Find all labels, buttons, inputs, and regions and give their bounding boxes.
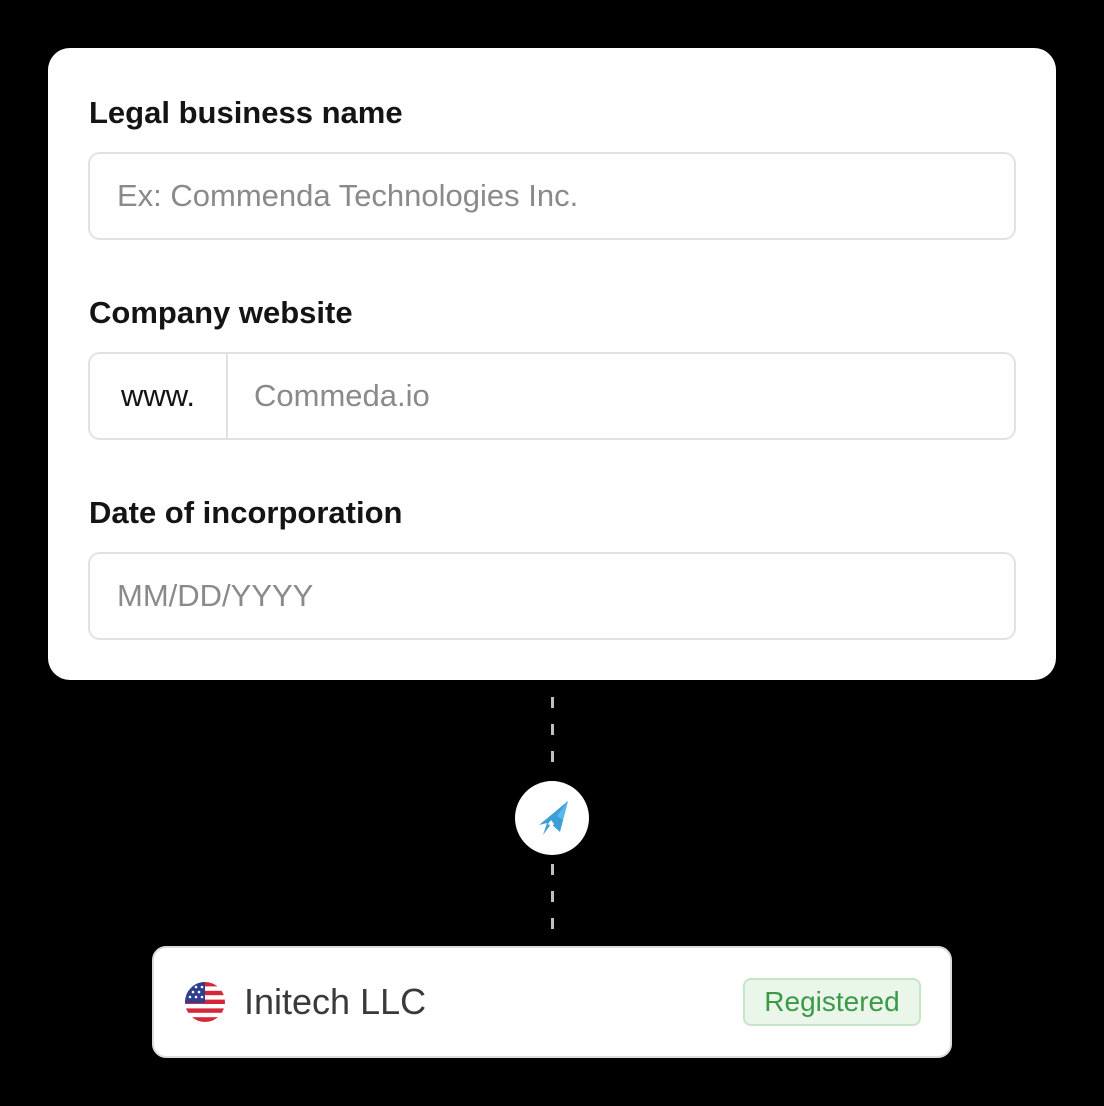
date-of-incorporation-label: Date of incorporation [89,495,403,530]
website-prefix: www. [90,354,228,438]
date-of-incorporation-input[interactable] [88,552,1016,640]
business-details-form: Legal business name Company website www.… [48,48,1056,680]
commenda-logo-icon [539,801,568,835]
us-flag-icon [185,982,225,1022]
commenda-logo [515,781,589,855]
company-website-label: Company website [89,295,353,330]
company-website-input[interactable] [228,354,1014,438]
connector-line-top [551,697,554,769]
legal-business-name-input[interactable] [88,152,1016,240]
company-name: Initech LLC [244,981,427,1022]
status-badge: Registered [743,978,921,1026]
legal-business-name-label: Legal business name [89,95,403,130]
company-website-field[interactable]: www. [88,352,1016,440]
company-result-card[interactable]: Initech LLC Registered [152,946,952,1058]
connector-line-bottom [551,864,554,932]
